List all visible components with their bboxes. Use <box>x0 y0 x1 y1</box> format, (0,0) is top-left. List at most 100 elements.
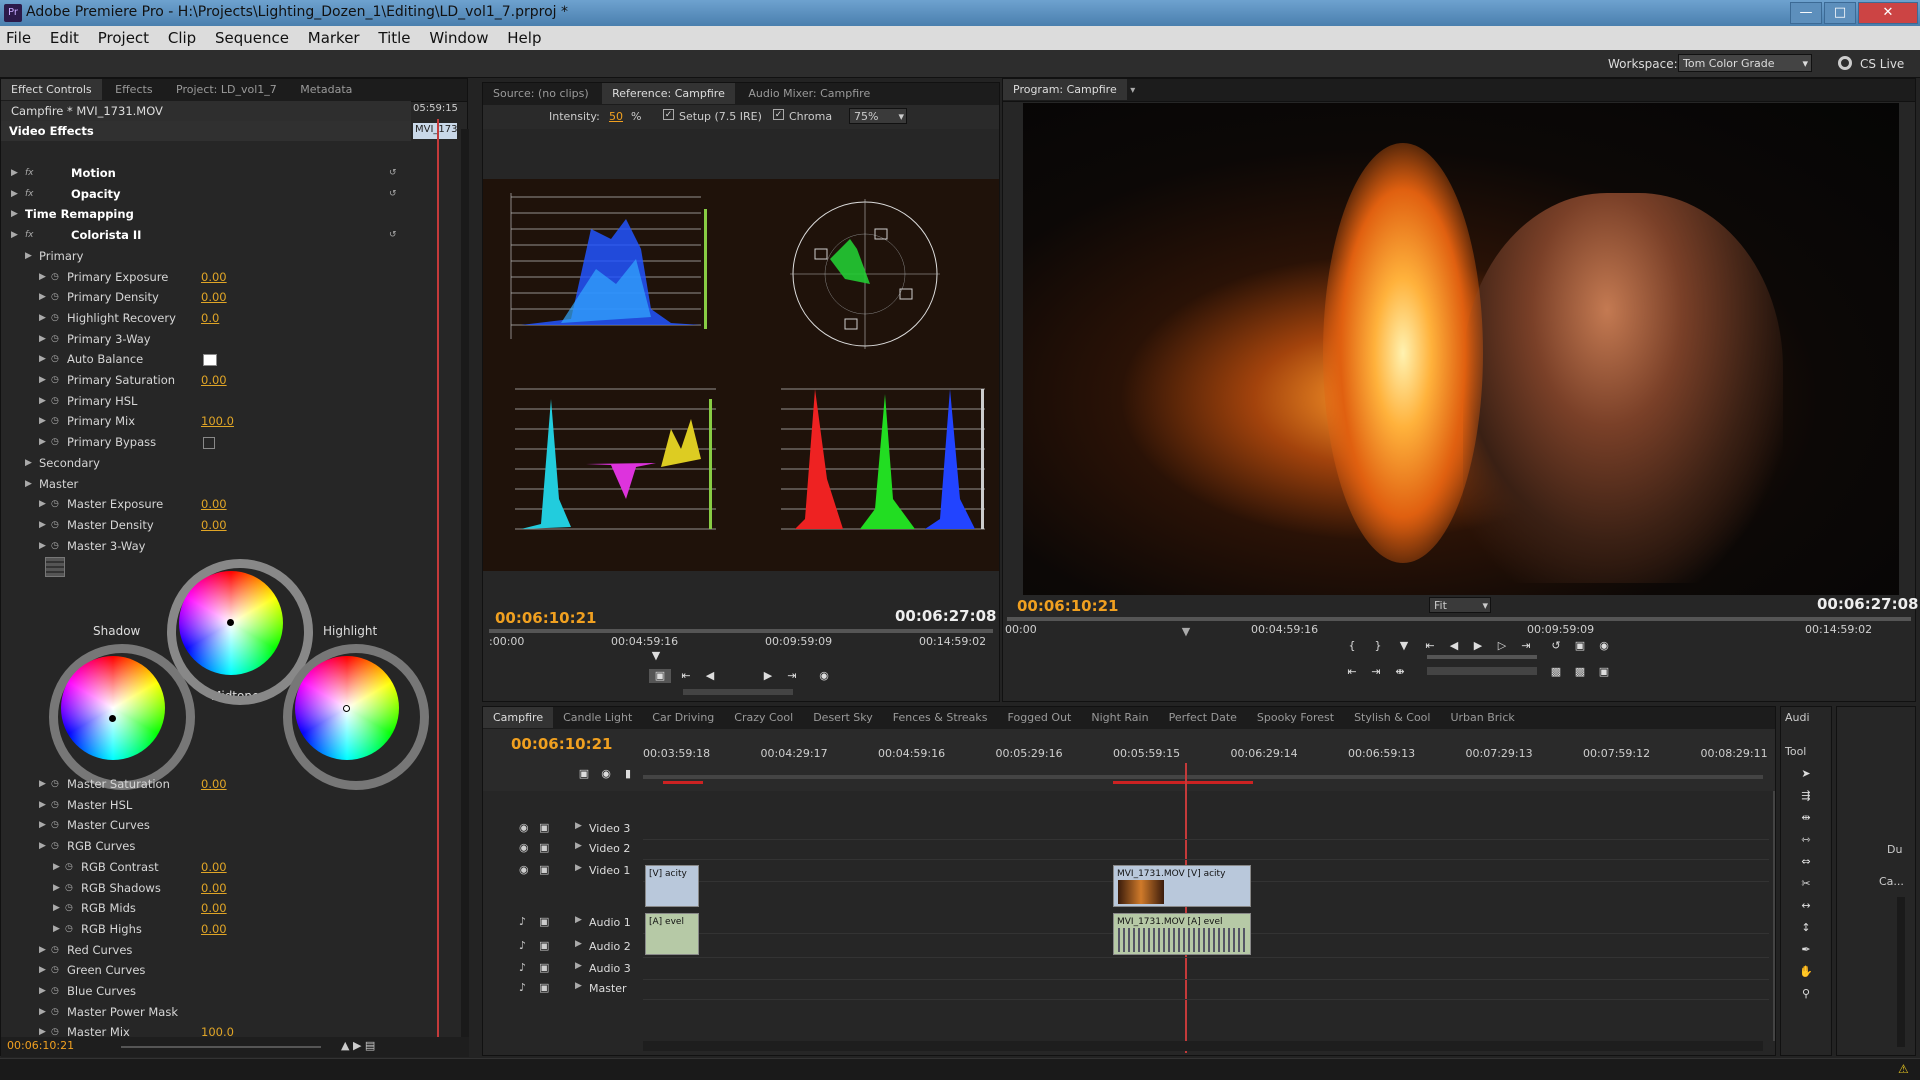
rate-stretch-tool-icon[interactable]: ⇔ <box>1799 855 1813 869</box>
sequence-tab[interactable]: Spooky Forest <box>1247 707 1344 728</box>
track-audio-icon[interactable]: ♪ <box>519 961 526 974</box>
play-in-to-out-icon[interactable]: ⇼ <box>1393 665 1407 679</box>
track-audio-icon[interactable]: ♪ <box>519 915 526 928</box>
sequence-tab[interactable]: Campfire <box>483 707 554 728</box>
cslive-icon[interactable] <box>1838 56 1852 70</box>
sequence-tab[interactable]: Night Rain <box>1081 707 1158 728</box>
expand-triangle-icon[interactable]: ▶ <box>39 795 46 815</box>
stopwatch-icon[interactable]: ◷ <box>65 878 73 898</box>
expand-triangle-icon[interactable]: ▶ <box>39 981 46 1001</box>
fx-toggle-icon[interactable]: fx <box>25 184 34 204</box>
effect-row[interactable]: ▶ ◷ Primary HSL <box>1 391 411 411</box>
go-to-out-icon[interactable]: ⇥ <box>785 669 799 683</box>
effect-row[interactable]: ▶ ◷ Master Saturation 0.00 <box>1 774 411 794</box>
expand-triangle-icon[interactable]: ▶ <box>11 225 18 245</box>
track-header[interactable]: ◉ ▣ ▶ Video 2 <box>483 839 643 859</box>
stopwatch-icon[interactable]: ◷ <box>51 960 59 980</box>
tools-tab[interactable]: Tool <box>1785 745 1806 758</box>
menu-window[interactable]: Window <box>423 26 496 47</box>
selection-tool-icon[interactable]: ➤ <box>1799 767 1813 781</box>
loop-icon[interactable]: ↺ <box>1549 639 1563 653</box>
program-shuttle-slider[interactable] <box>1427 655 1537 659</box>
menu-project[interactable]: Project <box>92 26 157 47</box>
intensity-value[interactable]: 50 <box>609 110 623 123</box>
effect-row-value[interactable]: 0.00 <box>201 494 227 514</box>
effect-row-value[interactable]: 0.00 <box>201 370 227 390</box>
clip-audio-left[interactable]: [A] evel <box>645 913 699 955</box>
reference-jog-bar[interactable] <box>683 689 793 695</box>
track-header[interactable]: ♪ ▣ ▶ Audio 2 <box>483 937 643 957</box>
program-jog-bar[interactable] <box>1427 667 1537 675</box>
stopwatch-icon[interactable]: ◷ <box>51 1002 59 1022</box>
effect-row[interactable]: ▶ ◷ Primary Saturation 0.00 <box>1 370 411 390</box>
expand-triangle-icon[interactable]: ▶ <box>39 815 46 835</box>
timeline-timecode[interactable]: 00:06:10:21 <box>511 735 613 753</box>
effect-row[interactable]: ▶ ◷ Blue Curves <box>1 981 411 1001</box>
snap-icon[interactable]: ▣ <box>577 767 591 781</box>
expand-triangle-icon[interactable]: ▶ <box>39 940 46 960</box>
stopwatch-icon[interactable]: ◷ <box>51 795 59 815</box>
hand-tool-icon[interactable]: ✋ <box>1799 965 1813 979</box>
maximize-button[interactable]: □ <box>1824 2 1856 24</box>
stopwatch-icon[interactable]: ◷ <box>51 391 59 411</box>
effect-row[interactable]: ▶ ◷ RGB Mids 0.00 <box>1 898 411 918</box>
cslive-label[interactable]: CS Live <box>1860 57 1904 71</box>
razor-tool-icon[interactable]: ✂ <box>1799 877 1813 891</box>
track-lock-icon[interactable]: ▣ <box>539 863 549 876</box>
lift-icon[interactable]: ▩ <box>1549 665 1563 679</box>
primary-bypass-checkbox[interactable] <box>203 437 215 450</box>
expand-triangle-icon[interactable]: ▶ <box>39 432 46 452</box>
effect-row[interactable]: ▶ ◷ RGB Curves <box>1 836 411 856</box>
effect-row[interactable]: ▶ ◷ RGB Contrast 0.00 <box>1 857 411 877</box>
close-button[interactable]: ✕ <box>1858 2 1918 24</box>
stopwatch-icon[interactable]: ◷ <box>65 898 73 918</box>
expand-triangle-icon[interactable]: ▶ <box>39 329 46 349</box>
effect-row-value[interactable]: 0.00 <box>201 898 227 918</box>
highlight-wheel-puck[interactable] <box>343 705 350 712</box>
stopwatch-icon[interactable]: ◷ <box>51 329 59 349</box>
effect-row-value[interactable]: 0.00 <box>201 857 227 877</box>
slip-tool-icon[interactable]: ↔ <box>1799 899 1813 913</box>
sequence-tab[interactable]: Fogged Out <box>998 707 1082 728</box>
track-visibility-icon[interactable]: ◉ <box>519 841 529 854</box>
fx-toggle-icon[interactable]: fx <box>25 163 34 183</box>
zoom-select[interactable]: 75% ▾ <box>849 108 907 124</box>
tab-effects[interactable]: Effects <box>105 79 162 100</box>
effect-row-value[interactable]: 0.00 <box>201 774 227 794</box>
track-header[interactable]: ◉ ▣ ▶ Video 3 <box>483 819 643 839</box>
stopwatch-icon[interactable]: ◷ <box>51 267 59 287</box>
stopwatch-icon[interactable]: ◷ <box>51 836 59 856</box>
effect-row-value[interactable]: 0.00 <box>201 267 227 287</box>
effect-row[interactable]: ▶ fx ↺ Motion <box>1 163 411 183</box>
menu-title[interactable]: Title <box>372 26 418 47</box>
track-header[interactable]: ◉ ▣ ▶ Video 1 <box>483 861 643 881</box>
stopwatch-icon[interactable]: ◷ <box>51 940 59 960</box>
expand-triangle-icon[interactable]: ▶ <box>39 287 46 307</box>
fx-toggle-icon[interactable]: fx <box>25 225 34 245</box>
left-zoom-slider[interactable] <box>121 1046 321 1048</box>
sequence-tab[interactable]: Candle Light <box>553 707 642 728</box>
effect-row-value[interactable]: 100.0 <box>201 411 234 431</box>
menu-file[interactable]: File <box>0 26 39 47</box>
expand-triangle-icon[interactable]: ▶ <box>39 411 46 431</box>
reference-scrub-bar[interactable] <box>489 629 993 633</box>
effect-row[interactable]: ▶ ◷ Master Density 0.00 <box>1 515 411 535</box>
effect-row[interactable]: ▶ ◷ RGB Highs 0.00 <box>1 919 411 939</box>
pen-tool-icon[interactable]: ✒ <box>1799 943 1813 957</box>
go-to-out-icon[interactable]: ⇥ <box>1519 639 1533 653</box>
effect-row[interactable]: ▶ ◷ Primary Mix 100.0 <box>1 411 411 431</box>
track-lock-icon[interactable]: ▣ <box>539 939 549 952</box>
stopwatch-icon[interactable]: ◷ <box>51 515 59 535</box>
expand-triangle-icon[interactable]: ▶ <box>39 391 46 411</box>
expand-triangle-icon[interactable]: ▶ <box>39 370 46 390</box>
timeline-playhead[interactable] <box>1185 763 1187 1053</box>
left-footer-icons[interactable]: ▲ ▶ ▤ <box>341 1039 375 1052</box>
mini-timeline-clip[interactable]: MVI_173 <box>413 123 458 139</box>
expand-triangle-icon[interactable]: ▶ <box>39 308 46 328</box>
track-audio-icon[interactable]: ♪ <box>519 939 526 952</box>
track-lock-icon[interactable]: ▣ <box>539 841 549 854</box>
step-back-icon[interactable]: ◀ <box>1447 639 1461 653</box>
stopwatch-icon[interactable]: ◷ <box>51 411 59 431</box>
stopwatch-icon[interactable]: ◷ <box>51 815 59 835</box>
expand-triangle-icon[interactable]: ▶ <box>39 960 46 980</box>
